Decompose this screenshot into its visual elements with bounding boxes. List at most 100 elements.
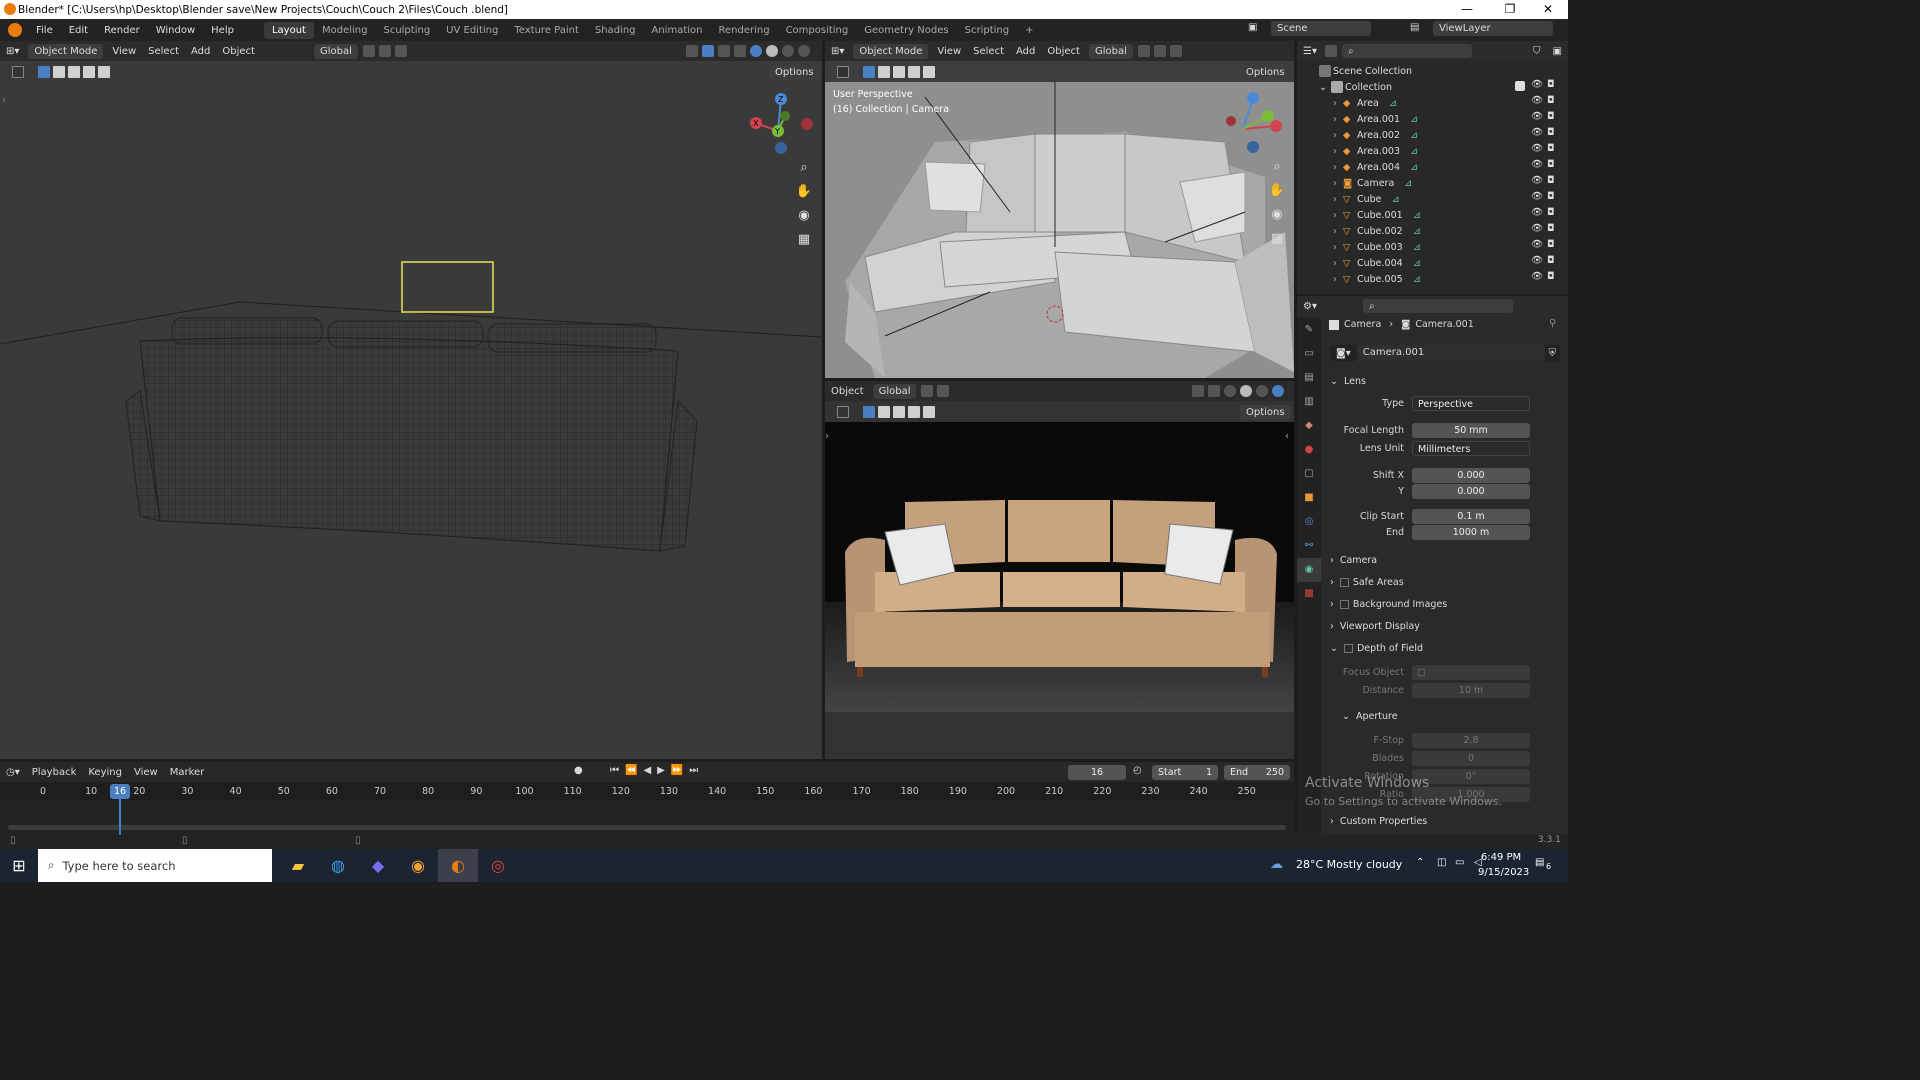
edge-icon[interactable]: ◍ [318,856,358,875]
left-menu-add[interactable]: Add [185,46,216,57]
render-tab-icon[interactable]: ▭ [1297,342,1321,366]
timeline-scrollbar[interactable] [8,825,1286,830]
output-tab-icon[interactable]: ▤ [1297,366,1321,390]
render-wire-shading-icon[interactable] [1224,385,1236,397]
end-frame-field[interactable]: End 250 [1224,765,1290,780]
menu-help[interactable]: Help [203,25,242,36]
tab-animation[interactable]: Animation [644,22,711,39]
right-menu-object[interactable]: Object [1041,46,1086,57]
playhead-frame-indicator[interactable]: 16 [110,784,130,799]
outliner-item[interactable]: › ▽ Cube.003 ⊿ 👁 ◘ [1297,239,1568,255]
blades-field[interactable]: 0 [1412,751,1530,766]
world-tab-icon[interactable]: ● [1297,438,1321,462]
network-icon[interactable]: ▭ [1455,857,1464,868]
right-top-options-button[interactable]: Options [1240,65,1291,80]
tab-modeling[interactable]: Modeling [314,22,376,39]
outliner-item[interactable]: › ◆ Area ⊿ 👁 ◘ [1297,95,1568,111]
custom-properties-section-header[interactable]: › Custom Properties [1330,811,1427,831]
dof-section-header[interactable]: ⌄ Depth of Field [1330,638,1423,658]
scene-selector-icon[interactable]: ▣ [1248,22,1268,38]
distance-field[interactable]: 10 m [1412,683,1530,698]
right-editor-type-icon[interactable]: ⊞▾ [825,46,850,57]
item-expand-icon[interactable]: › [1333,242,1343,253]
editor-type-icon[interactable]: ⊞▾ [0,46,25,57]
render-visibility-icon[interactable]: ◘ [1547,239,1555,250]
add-workspace-icon[interactable]: + [1017,22,1041,39]
menu-render[interactable]: Render [96,25,148,36]
media-app-icon[interactable]: ◉ [398,856,438,875]
render-snap-icon[interactable] [937,385,950,397]
background-images-section-header[interactable]: › Background Images [1330,594,1447,614]
tab-geometry-nodes[interactable]: Geometry Nodes [856,22,956,39]
tab-compositing[interactable]: Compositing [778,22,857,39]
shift-x-field[interactable]: 0.000 [1412,468,1530,483]
chrome-icon[interactable]: ◎ [478,856,518,875]
gizmo-toggle-icon[interactable] [702,45,714,57]
camera-datablock-selector[interactable]: ◙▾ Camera.001 ⛨ [1330,345,1560,361]
render-visibility-icon[interactable]: ◘ [1547,223,1555,234]
scene-tab-icon[interactable]: ◆ [1297,414,1321,438]
item-expand-icon[interactable]: › [1333,114,1343,125]
playhead-line[interactable] [119,799,121,835]
timeline-menu-keying[interactable]: Keying [82,767,128,778]
outliner-item[interactable]: › ▽ Cube ⊿ 👁 ◘ [1297,191,1568,207]
item-expand-icon[interactable]: › [1333,274,1343,285]
outliner-item[interactable]: › ◆ Area.002 ⊿ 👁 ◘ [1297,127,1568,143]
right-grid-icon[interactable]: ▦ [1266,228,1288,250]
proportional-edit-icon[interactable] [394,45,407,57]
pivot-icon[interactable] [362,45,375,57]
visibility-eye-icon[interactable]: 👁 [1531,239,1543,250]
solid-shading-icon[interactable] [766,45,778,57]
render-toolbar-toggle-icon[interactable]: ‹ [1285,431,1289,442]
close-button[interactable]: ✕ [1528,0,1568,19]
right-pan-hand-icon[interactable]: ✋ [1266,180,1288,202]
outliner-item[interactable]: › ▽ Cube.004 ⊿ 👁 ◘ [1297,255,1568,271]
visibility-eye-icon[interactable]: 👁 [1531,271,1543,282]
tab-rendering[interactable]: Rendering [710,22,777,39]
preview-range-icon[interactable]: ◴ [1133,765,1142,776]
playback-controls[interactable]: ⏮⏪◀▶⏩⏭ [610,765,704,776]
visibility-eye-icon[interactable]: 👁 [1531,255,1543,266]
item-expand-icon[interactable]: › [1333,178,1343,189]
render-visibility-icon[interactable]: ◘ [1547,159,1555,170]
right-menu-select[interactable]: Select [967,46,1010,57]
dof-checkbox[interactable] [1343,643,1353,653]
start-frame-field[interactable]: Start 1 [1152,765,1218,780]
menu-window[interactable]: Window [148,25,203,36]
right-top-3d-viewport[interactable]: Options User Perspective (16) Collection… [825,61,1294,378]
file-explorer-icon[interactable]: ▰ [278,856,318,875]
render-visibility-icon[interactable]: ◘ [1547,271,1555,282]
xray-icon[interactable] [734,45,746,57]
outliner-item[interactable]: › ▽ Cube.001 ⊿ 👁 ◘ [1297,207,1568,223]
tool-tab-icon[interactable]: ✎ [1297,318,1321,342]
render-menu-object[interactable]: Object [825,386,870,397]
right-camera-view-icon[interactable]: ◉ [1266,204,1288,226]
timeline-menu-view[interactable]: View [128,767,164,778]
blender-menu-icon[interactable] [8,23,22,37]
right-zoom-icon[interactable]: ⌕ [1266,156,1288,178]
render-orientation-dropdown[interactable]: Global [872,383,917,399]
properties-editor-type-icon[interactable]: ⚙▾ [1297,301,1323,312]
menu-file[interactable]: File [28,25,61,36]
item-expand-icon[interactable]: › [1333,258,1343,269]
right-proportional-icon[interactable] [1169,45,1182,57]
left-menu-object[interactable]: Object [216,46,261,57]
render-visibility-icon[interactable] [1192,385,1204,397]
background-images-checkbox[interactable] [1339,599,1349,609]
render-material-shading-icon[interactable] [1256,385,1268,397]
fake-user-icon[interactable]: ⛨ [1549,348,1557,359]
tray-chevron-icon[interactable]: ⌃ [1416,857,1424,868]
weather-text[interactable]: 28°C Mostly cloudy [1296,858,1402,871]
collection-eye-icon[interactable]: 👁 [1531,79,1543,90]
texture-tab-icon[interactable]: ▩ [1297,582,1321,606]
tab-shading[interactable]: Shading [587,22,644,39]
tab-sculpting[interactable]: Sculpting [375,22,438,39]
collection-tab-icon[interactable]: ▢ [1297,462,1321,486]
left-3d-viewport[interactable]: Options Z X Y ⌕ ✋ ◉ ▦ › [0,61,822,759]
camera-data-tab-icon[interactable]: ◉ [1297,558,1321,582]
visibility-eye-icon[interactable]: 👁 [1531,207,1543,218]
viewport-display-section-header[interactable]: › Viewport Display [1330,616,1420,636]
lens-type-dropdown[interactable]: Perspective [1412,396,1530,411]
collection-checkbox-icon[interactable] [1515,81,1525,91]
notifications-icon[interactable]: ▤ [1535,857,1544,868]
